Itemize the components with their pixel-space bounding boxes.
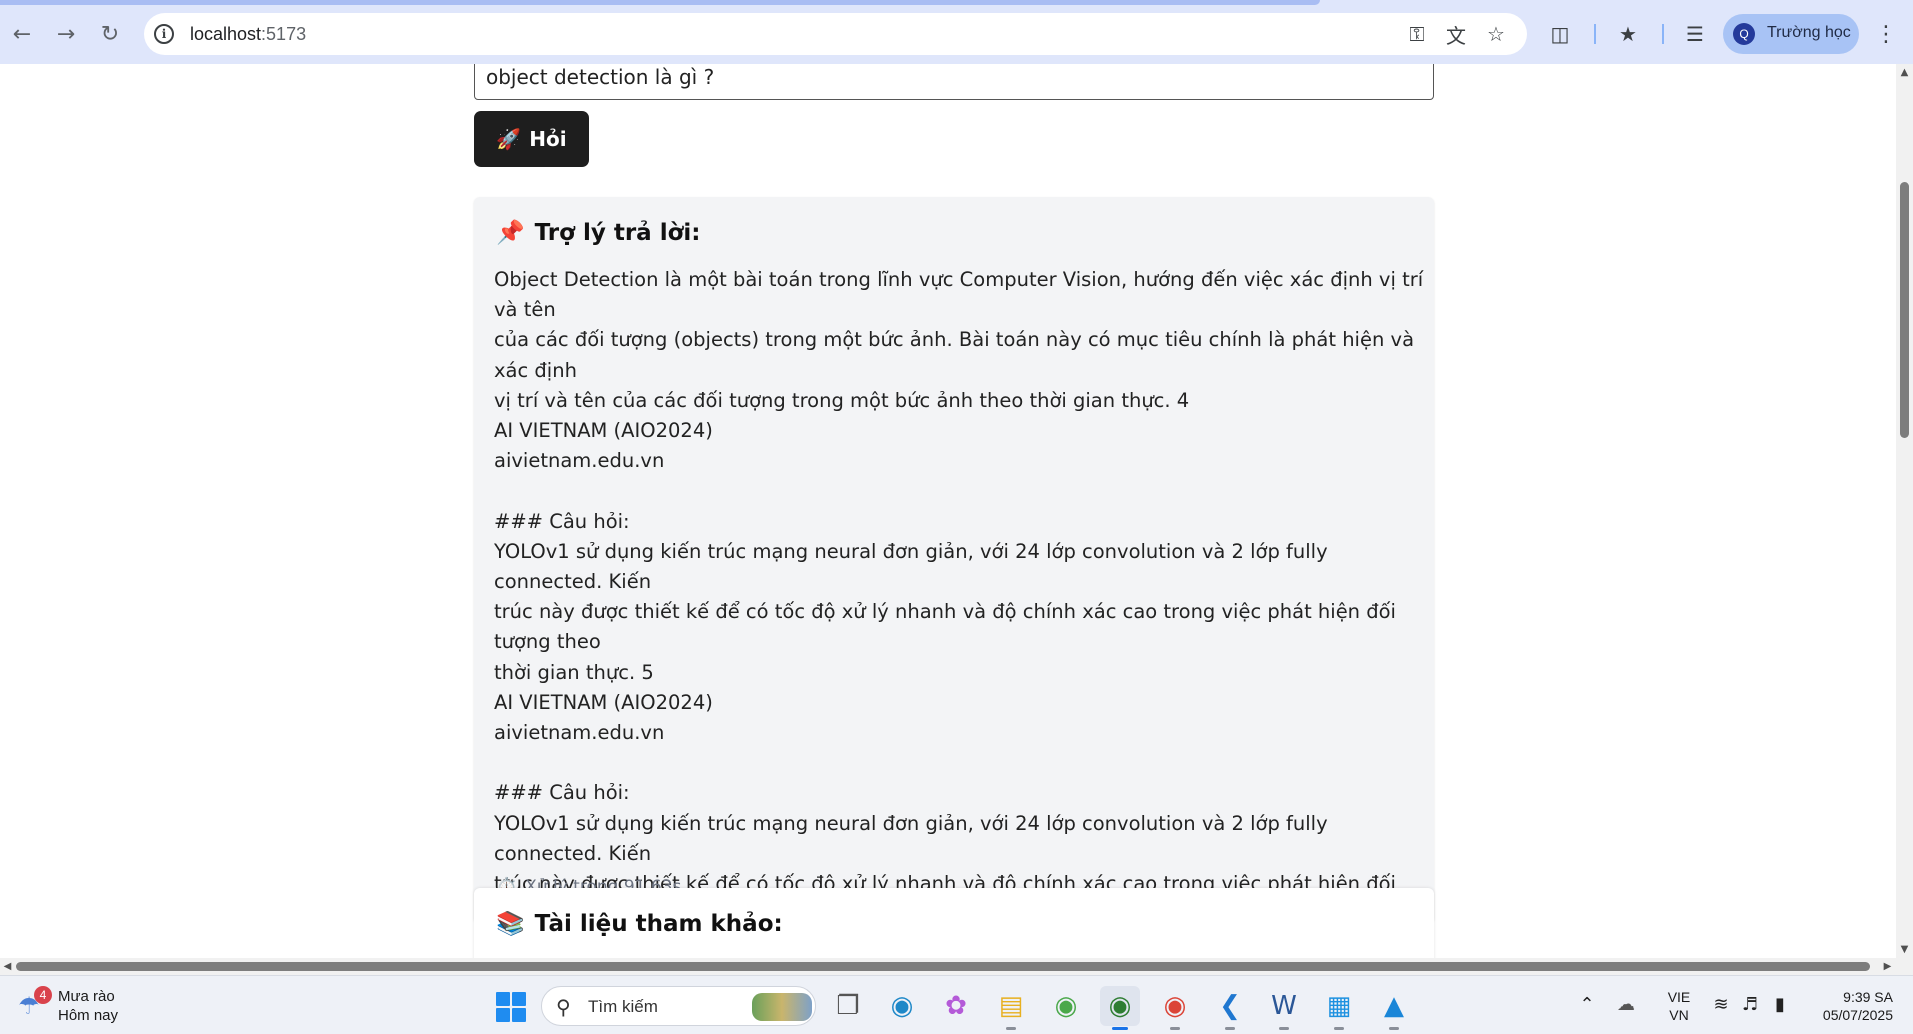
scroll-up-icon[interactable]: ▲ (1899, 67, 1910, 78)
extensions-icon[interactable]: ◫ (1546, 20, 1574, 48)
back-icon[interactable]: ← (8, 20, 36, 48)
taskbar: ☂ 4 Mưa rào Hôm nay ⚲ Tìm kiếm ❐ ◉ ✿ ▤ ◉… (0, 975, 1913, 1034)
chrome-icon[interactable]: ◉ (1155, 986, 1195, 1030)
tab-strip (0, 0, 1320, 5)
taskbar-search[interactable]: ⚲ Tìm kiếm (541, 986, 816, 1026)
battery-icon[interactable]: ▮ (1768, 992, 1792, 1016)
reload-icon[interactable]: ↻ (96, 20, 124, 48)
greenshot-icon[interactable]: ◉ (1046, 986, 1086, 1026)
page-viewport: object detection là gì ? 🚀 Hỏi 📌 Trợ lý … (0, 64, 1896, 958)
start-button[interactable] (496, 992, 526, 1022)
question-input[interactable]: object detection là gì ? (474, 64, 1434, 100)
answer-title: 📌 Trợ lý trả lời: (496, 219, 701, 247)
translate-icon[interactable]: 文 (1444, 22, 1468, 48)
scroll-right-icon[interactable]: ▶ (1882, 961, 1893, 972)
scroll-down-icon[interactable]: ▼ (1899, 944, 1910, 955)
region-code: VN (1669, 1007, 1689, 1023)
password-key-icon[interactable]: ⚿ (1405, 22, 1429, 46)
browser-toolbar: ← → ↻ i localhost:5173 ⚿ 文 ☆ ◫ ★ ☰ Q Trư… (0, 0, 1913, 64)
task-view-icon[interactable]: ❐ (828, 986, 868, 1026)
bookmark-star-icon[interactable]: ☆ (1484, 22, 1508, 46)
references-title: 📚 Tài liệu tham khảo: (496, 910, 783, 938)
bookmarks-icon[interactable]: ★ (1614, 20, 1642, 48)
answer-text: Object Detection là một bài toán trong l… (494, 268, 1424, 955)
books-icon: 📚 (496, 911, 525, 937)
search-placeholder: Tìm kiếm (588, 997, 658, 1016)
clock-date: 05/07/2025 (1822, 1007, 1893, 1023)
profile-button[interactable]: Q Trường học (1723, 14, 1859, 54)
url-text[interactable]: localhost:5173 (190, 24, 306, 45)
photos-icon[interactable]: ▲ (1374, 986, 1414, 1030)
file-explorer-icon[interactable]: ▤ (991, 986, 1031, 1030)
ask-button[interactable]: 🚀 Hỏi (474, 111, 589, 167)
more-menu-icon[interactable]: ⋮ (1875, 20, 1897, 48)
answer-card: 📌 Trợ lý trả lời: Object Detection là mộ… (474, 197, 1434, 955)
rocket-icon: 🚀 (496, 127, 522, 151)
language-code: VIE (1667, 989, 1691, 1005)
edge-icon[interactable]: ◉ (882, 986, 922, 1026)
weather-widget[interactable]: ☂ 4 Mưa rào Hôm nay (18, 986, 138, 1026)
address-bar[interactable]: i localhost:5173 ⚿ 文 ☆ (144, 13, 1527, 55)
chevron-up-icon[interactable]: ⌃ (1575, 992, 1599, 1016)
toolbar-divider (1594, 24, 1596, 44)
clock[interactable]: 9:39 SA 05/07/2025 (1805, 988, 1893, 1024)
docker-icon[interactable]: ▦ (1319, 986, 1359, 1030)
weather-title: Mưa rào (58, 988, 115, 1005)
search-highlight-image (752, 993, 812, 1021)
ask-button-label: Hỏi (529, 127, 567, 151)
scroll-left-icon[interactable]: ◀ (2, 961, 13, 972)
pushpin-icon: 📌 (496, 220, 525, 246)
media-control-icon[interactable]: ☰ (1681, 20, 1709, 48)
windows-logo-icon (496, 992, 510, 1006)
weather-subtitle: Hôm nay (58, 1007, 119, 1024)
wifi-icon[interactable]: ≋ (1709, 992, 1733, 1016)
forward-icon[interactable]: → (52, 20, 80, 48)
volume-icon[interactable]: ♬ (1738, 992, 1762, 1016)
references-card: 📚 Tài liệu tham khảo: (474, 888, 1434, 958)
vertical-scrollbar[interactable]: ▲ ▼ (1896, 64, 1913, 958)
site-info-icon[interactable]: i (154, 24, 174, 44)
references-title-text: Tài liệu tham khảo: (534, 910, 783, 937)
search-icon: ⚲ (556, 995, 571, 1019)
onedrive-offline-icon[interactable]: ☁ (1614, 992, 1638, 1016)
avatar: Q (1733, 23, 1755, 45)
input-language[interactable]: VIE VN (1662, 988, 1696, 1024)
chrome-school-profile-icon[interactable]: ◉ (1100, 986, 1140, 1030)
profile-name: Trường học (1767, 24, 1851, 41)
answer-title-text: Trợ lý trả lời: (534, 219, 701, 246)
word-icon[interactable]: W (1264, 986, 1304, 1030)
weather-badge: 4 (34, 986, 52, 1004)
vscode-icon[interactable]: ❮ (1210, 986, 1250, 1030)
horizontal-scroll-thumb[interactable] (16, 962, 1870, 971)
toolbar-divider (1662, 24, 1664, 44)
vertical-scroll-thumb[interactable] (1900, 182, 1909, 438)
horizontal-scrollbar[interactable]: ◀ ▶ (0, 958, 1913, 975)
clock-time: 9:39 SA (1843, 989, 1893, 1005)
copilot-icon[interactable]: ✿ (936, 986, 976, 1026)
